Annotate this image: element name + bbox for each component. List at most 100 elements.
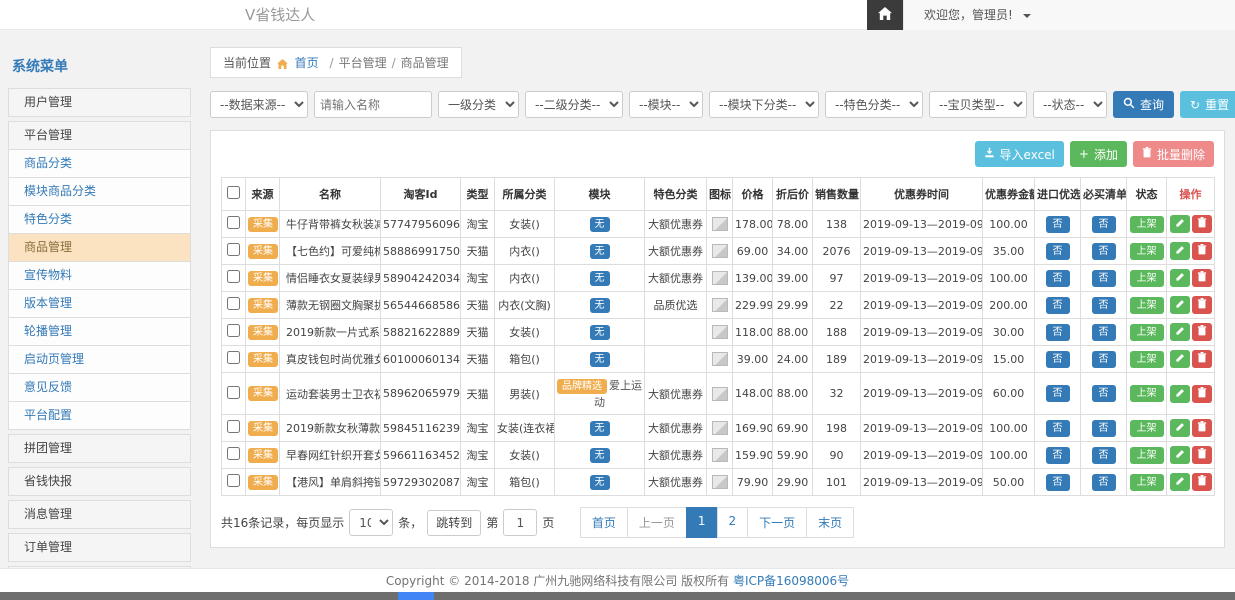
module-badge[interactable]: 无	[590, 325, 610, 340]
filter-select-4[interactable]: --模块--	[629, 91, 703, 118]
must-buy-toggle[interactable]: 否	[1092, 420, 1116, 437]
row-checkbox[interactable]	[227, 243, 240, 256]
sidebar-item-1[interactable]: 平台管理	[8, 121, 191, 150]
must-buy-toggle[interactable]: 否	[1092, 447, 1116, 464]
import-select-toggle[interactable]: 否	[1046, 447, 1070, 464]
import-excel-button[interactable]: 导入excel	[975, 141, 1064, 167]
module-badge[interactable]: 无	[590, 352, 610, 367]
edit-button[interactable]	[1170, 215, 1190, 233]
must-buy-toggle[interactable]: 否	[1092, 216, 1116, 233]
must-buy-toggle[interactable]: 否	[1092, 385, 1116, 402]
import-select-toggle[interactable]: 否	[1046, 420, 1070, 437]
filter-select-5[interactable]: --模块下分类--	[709, 91, 819, 118]
sidebar-item-5[interactable]: 商品管理	[8, 233, 191, 262]
pagination-page-1[interactable]: 1	[686, 507, 718, 538]
home-button[interactable]	[867, 0, 903, 30]
sidebar-item-4[interactable]: 特色分类	[8, 205, 191, 234]
name-search-input[interactable]	[314, 91, 432, 118]
delete-button[interactable]	[1192, 350, 1212, 368]
import-select-toggle[interactable]: 否	[1046, 297, 1070, 314]
edit-button[interactable]	[1170, 242, 1190, 260]
pagination-page-2[interactable]: 2	[717, 507, 749, 538]
module-badge[interactable]: 品牌精选	[557, 379, 607, 394]
edit-button[interactable]	[1170, 269, 1190, 287]
module-badge[interactable]: 无	[590, 475, 610, 490]
import-select-toggle[interactable]: 否	[1046, 324, 1070, 341]
must-buy-toggle[interactable]: 否	[1092, 324, 1116, 341]
sidebar-item-12[interactable]: 拼团管理	[8, 434, 191, 463]
sidebar-item-0[interactable]: 用户管理	[8, 88, 191, 117]
jump-button[interactable]: 跳转到	[427, 510, 481, 536]
filter-select-7[interactable]: --宝贝类型--	[929, 91, 1027, 118]
sidebar-item-8[interactable]: 轮播管理	[8, 317, 191, 346]
scrollbar-thumb[interactable]	[398, 592, 434, 600]
delete-button[interactable]	[1192, 215, 1212, 233]
module-badge[interactable]: 无	[590, 271, 610, 286]
delete-button[interactable]	[1192, 242, 1212, 260]
sidebar-item-13[interactable]: 省钱快报	[8, 467, 191, 496]
pagination-last[interactable]: 末页	[806, 507, 854, 538]
must-buy-toggle[interactable]: 否	[1092, 297, 1116, 314]
user-menu[interactable]: 欢迎您，管理员!	[903, 0, 1235, 30]
row-checkbox[interactable]	[227, 420, 240, 433]
status-badge[interactable]: 上架	[1130, 216, 1164, 233]
delete-button[interactable]	[1192, 419, 1212, 437]
status-badge[interactable]: 上架	[1130, 447, 1164, 464]
edit-button[interactable]	[1170, 350, 1190, 368]
filter-select-8[interactable]: --状态--	[1033, 91, 1107, 118]
status-badge[interactable]: 上架	[1130, 324, 1164, 341]
edit-button[interactable]	[1170, 385, 1190, 403]
row-checkbox[interactable]	[227, 324, 240, 337]
reset-button[interactable]: ↻ 重置	[1180, 91, 1235, 118]
sidebar-item-14[interactable]: 消息管理	[8, 500, 191, 529]
delete-button[interactable]	[1192, 269, 1212, 287]
row-checkbox[interactable]	[227, 447, 240, 460]
filter-select-2[interactable]: 一级分类	[438, 91, 519, 118]
sidebar-item-7[interactable]: 版本管理	[8, 289, 191, 318]
page-input[interactable]	[503, 509, 537, 536]
filter-select-3[interactable]: --二级分类--	[525, 91, 623, 118]
module-badge[interactable]: 无	[590, 298, 610, 313]
breadcrumb-home-link[interactable]: 首页	[277, 56, 323, 70]
must-buy-toggle[interactable]: 否	[1092, 270, 1116, 287]
module-badge[interactable]: 无	[590, 217, 610, 232]
import-select-toggle[interactable]: 否	[1046, 474, 1070, 491]
import-select-toggle[interactable]: 否	[1046, 385, 1070, 402]
status-badge[interactable]: 上架	[1130, 270, 1164, 287]
select-all-checkbox[interactable]	[227, 186, 240, 199]
horizontal-scrollbar[interactable]	[0, 592, 1235, 600]
per-page-select[interactable]: 10	[349, 509, 393, 536]
pagination-first[interactable]: 首页	[580, 507, 628, 538]
sidebar-item-11[interactable]: 平台配置	[8, 401, 191, 430]
row-checkbox[interactable]	[227, 386, 240, 399]
pagination-next[interactable]: 下一页	[747, 507, 807, 538]
must-buy-toggle[interactable]: 否	[1092, 243, 1116, 260]
icp-link[interactable]: 粤ICP备16098006号	[733, 574, 849, 588]
import-select-toggle[interactable]: 否	[1046, 216, 1070, 233]
sidebar-item-15[interactable]: 订单管理	[8, 533, 191, 562]
search-button[interactable]: 查询	[1113, 91, 1174, 118]
sidebar-item-10[interactable]: 意见反馈	[8, 373, 191, 402]
status-badge[interactable]: 上架	[1130, 420, 1164, 437]
import-select-toggle[interactable]: 否	[1046, 351, 1070, 368]
edit-button[interactable]	[1170, 446, 1190, 464]
status-badge[interactable]: 上架	[1130, 474, 1164, 491]
sidebar-item-6[interactable]: 宣传物料	[8, 261, 191, 290]
row-checkbox[interactable]	[227, 474, 240, 487]
row-checkbox[interactable]	[227, 270, 240, 283]
batch-delete-button[interactable]: 批量删除	[1133, 141, 1214, 167]
delete-button[interactable]	[1192, 446, 1212, 464]
module-badge[interactable]: 无	[590, 421, 610, 436]
status-badge[interactable]: 上架	[1130, 385, 1164, 402]
must-buy-toggle[interactable]: 否	[1092, 474, 1116, 491]
delete-button[interactable]	[1192, 473, 1212, 491]
status-badge[interactable]: 上架	[1130, 297, 1164, 314]
row-checkbox[interactable]	[227, 351, 240, 364]
status-badge[interactable]: 上架	[1130, 243, 1164, 260]
must-buy-toggle[interactable]: 否	[1092, 351, 1116, 368]
module-badge[interactable]: 无	[590, 244, 610, 259]
delete-button[interactable]	[1192, 323, 1212, 341]
import-select-toggle[interactable]: 否	[1046, 270, 1070, 287]
sidebar-item-3[interactable]: 模块商品分类	[8, 177, 191, 206]
filter-select-0[interactable]: --数据来源--	[210, 91, 308, 118]
